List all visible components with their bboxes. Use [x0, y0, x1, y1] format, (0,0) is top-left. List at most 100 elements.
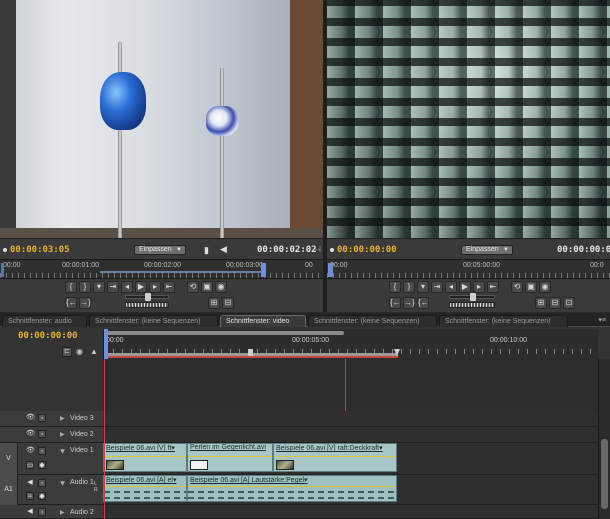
waveform-toggle-icon[interactable]: ≈	[26, 492, 34, 500]
speaker-icon[interactable]: ◀	[26, 508, 34, 516]
program-shuttle[interactable]	[449, 293, 495, 301]
speaker-icon[interactable]: ◀	[220, 244, 227, 255]
source-in-marker[interactable]	[1, 263, 4, 277]
overlay-icon[interactable]: ⊟	[222, 297, 234, 309]
marker-icon[interactable]: ▲	[90, 347, 98, 356]
panel-menu-icon[interactable]: ▾≡	[598, 316, 606, 324]
lock-icon[interactable]: ▫	[38, 447, 46, 455]
source-shuttle[interactable]	[125, 293, 169, 301]
zoom-handle[interactable]	[248, 349, 253, 356]
timeline-ruler[interactable]: 00:00 00:00:05:00 00:00:10:00	[103, 329, 598, 359]
keyframe-toggle-icon[interactable]: ◆	[38, 492, 46, 500]
go-prev-edit-icon[interactable]: {←	[389, 297, 401, 309]
output-icon[interactable]: ◉	[539, 281, 551, 293]
keyframe-toggle-icon[interactable]: ◆	[38, 461, 46, 469]
track-header-audio-2[interactable]: ◀ ▫ ▶ Audio 2	[0, 505, 103, 519]
track-header-video-2[interactable]: 👁 ▫ ▶ Video 2	[0, 427, 103, 443]
source-jog-wheel[interactable]	[125, 302, 169, 308]
timeline-timecode[interactable]: 00:00:00:00	[18, 331, 78, 341]
go-next-edit-icon[interactable]: →}	[403, 297, 415, 309]
timeline-playhead-line[interactable]	[104, 359, 105, 519]
program-time-ruler[interactable]: 00:00 00:05:00:00 00:0	[327, 259, 610, 279]
trim-icon[interactable]: ⊡	[563, 297, 575, 309]
lock-icon[interactable]: ▫	[38, 479, 46, 487]
shuttle-knob[interactable]	[145, 293, 151, 301]
go-prev-edit-icon[interactable]: {←	[65, 297, 77, 309]
step-forward-icon[interactable]: ▸	[149, 281, 161, 293]
video-clip[interactable]: Perlen im Gegenlicht.avi	[187, 443, 273, 472]
opacity-line[interactable]	[188, 456, 272, 457]
mark-in-icon[interactable]: {	[389, 281, 401, 293]
step-back-icon[interactable]: ◂	[445, 281, 457, 293]
collapse-triangle-icon[interactable]: ▶	[59, 481, 66, 486]
safe-margins-icon[interactable]: ▣	[201, 281, 213, 293]
tab-timeline-empty-3[interactable]: Schnittfenster: (keine Sequenzen)	[439, 315, 568, 327]
source-current-timecode[interactable]: 00:00:03:05	[10, 245, 70, 255]
source-fit-dropdown[interactable]: Einpassen ▼	[134, 245, 186, 255]
loop-icon[interactable]: ⟲	[511, 281, 523, 293]
source-playhead[interactable]	[261, 263, 266, 277]
volume-line[interactable]	[104, 486, 186, 487]
track-area-video-1[interactable]: Beispiele 06.avi [V] ft▾ Perlen im Gegen…	[103, 443, 598, 475]
expand-triangle-icon[interactable]: ▶	[60, 431, 65, 438]
video-clip[interactable]: Beispiele 06.avi [V] ft▾	[103, 443, 187, 472]
tab-timeline-empty-1[interactable]: Schnittfenster: (keine Sequenzen)	[89, 315, 218, 327]
collapse-triangle-icon[interactable]: ▶	[59, 449, 66, 454]
program-playhead[interactable]	[328, 263, 333, 277]
work-area-bar[interactable]	[104, 331, 344, 335]
display-style-icon[interactable]: ▭	[26, 461, 34, 469]
lock-icon[interactable]: ▫	[38, 508, 46, 516]
output-icon[interactable]: ◉	[215, 281, 227, 293]
track-area-video-2[interactable]	[103, 427, 598, 443]
track-header-video-1[interactable]: V 👁 ▫ ▶ Video 1 ▭ ◆	[0, 443, 103, 475]
shuttle-knob[interactable]	[470, 293, 476, 301]
source-time-ruler[interactable]: 00:00 00:00:01:00 00:00:02:00 00:00:03:0…	[0, 259, 323, 279]
mark-out-icon[interactable]: }	[403, 281, 415, 293]
step-forward-icon[interactable]: ▸	[473, 281, 485, 293]
safe-margins-icon[interactable]: ▣	[525, 281, 537, 293]
go-to-out-icon[interactable]: ⇤	[487, 281, 499, 293]
extract-icon[interactable]: ⊟	[549, 297, 561, 309]
source-track-tag[interactable]: A1	[0, 475, 18, 505]
set-marker-icon[interactable]: ▾	[417, 281, 429, 293]
insert-icon[interactable]: ⊞	[208, 297, 220, 309]
expand-triangle-icon[interactable]: ▶	[60, 509, 65, 516]
track-area-audio-2[interactable]	[103, 505, 598, 519]
film-strip-icon[interactable]: ▮	[204, 245, 209, 256]
tab-timeline-video[interactable]: Schnittfenster: video	[220, 315, 306, 327]
program-current-timecode[interactable]: 00:00:00:00	[337, 245, 397, 255]
volume-line[interactable]	[188, 486, 396, 487]
timeline-vertical-scrollbar[interactable]	[598, 359, 610, 519]
program-jog-wheel[interactable]	[449, 302, 495, 308]
eye-icon[interactable]: 👁	[26, 414, 35, 422]
audio-clip[interactable]: Beispiele 06.avi [A] Lautstärke:Pegel▾	[187, 475, 397, 502]
audio-clip[interactable]: Beispiele 06.avi [A] el▾	[103, 475, 187, 502]
timeline-playhead[interactable]	[104, 329, 108, 359]
go-to-out-icon[interactable]: ⇤	[163, 281, 175, 293]
video-clip[interactable]: Beispiele 06.avi [V] raft:Deckkraft▾	[273, 443, 397, 472]
track-header-video-3[interactable]: 👁 ▫ ▶ Video 3	[0, 411, 103, 427]
speaker-icon[interactable]: ◀	[26, 479, 34, 487]
keyframe-icon[interactable]: ◉	[76, 347, 83, 356]
track-area-audio-1[interactable]: Beispiele 06.avi [A] el▾ Beispiele 06.av…	[103, 475, 598, 505]
opacity-line[interactable]	[104, 456, 186, 457]
lock-icon[interactable]: ▫	[38, 430, 46, 438]
scrollbar-thumb[interactable]	[601, 439, 608, 509]
eye-icon[interactable]: 👁	[26, 430, 35, 438]
mark-out-icon[interactable]: }	[79, 281, 91, 293]
snap-icon[interactable]: ⊏	[62, 347, 72, 357]
bracket-icon[interactable]: ⊣	[314, 245, 321, 254]
expand-triangle-icon[interactable]: ▶	[60, 415, 65, 422]
loop-icon[interactable]: ⟲	[187, 281, 199, 293]
lift-icon[interactable]: ⊞	[535, 297, 547, 309]
program-fit-dropdown[interactable]: Einpassen ▼	[461, 245, 513, 255]
play-icon[interactable]: ▶	[135, 281, 147, 293]
track-header-audio-1[interactable]: A1 ◀ ▫ ▶ Audio 1 ≈ ◆ LR	[0, 475, 103, 505]
source-track-tag[interactable]: V	[0, 443, 18, 475]
eye-icon[interactable]: 👁	[26, 447, 35, 455]
go-to-in-icon[interactable]: ⇥	[431, 281, 443, 293]
go-to-in-icon[interactable]: ⇥	[107, 281, 119, 293]
opacity-line[interactable]	[274, 456, 396, 457]
track-area-video-3[interactable]	[103, 411, 598, 427]
play-icon[interactable]: ▶	[459, 281, 471, 293]
